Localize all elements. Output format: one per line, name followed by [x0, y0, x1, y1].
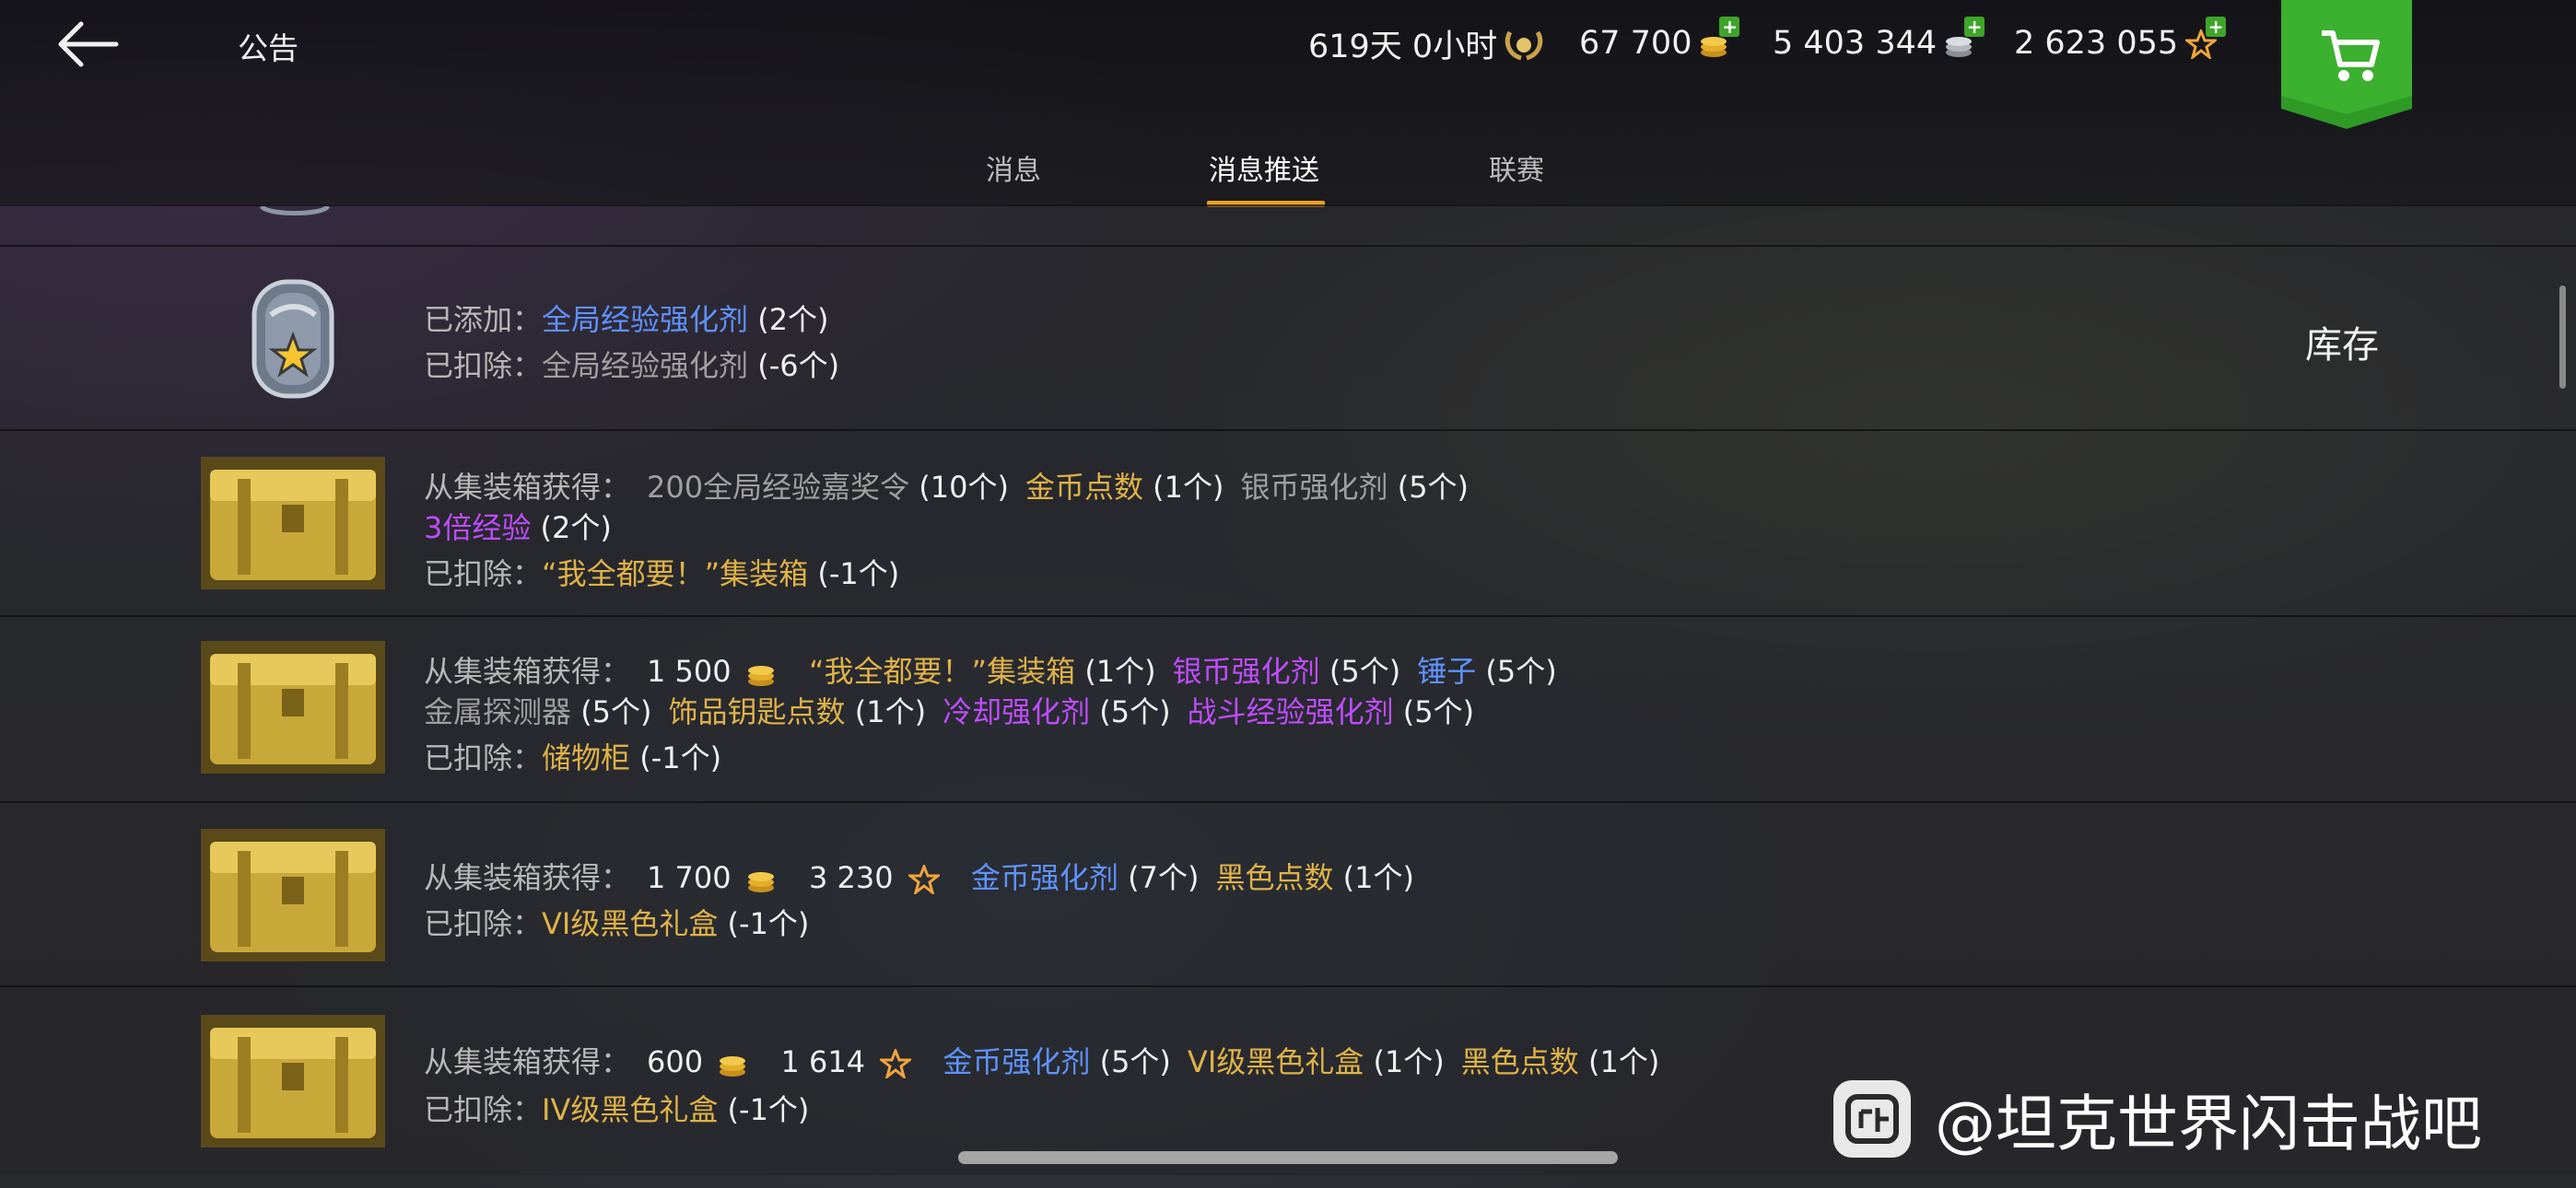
message-line: 已扣除：全局经验强化剂 (-6个) [424, 348, 840, 383]
message-line: 已扣除：“我全都要！”集装箱 (-1个) [424, 556, 900, 591]
premium-laurel-icon [1505, 30, 1543, 61]
gold-coin-icon [747, 666, 774, 686]
tab-messages[interactable]: 消息 [986, 147, 1041, 188]
message-line: 从集装箱获得： 600 1 614 金币强化剂 (5个) VI级黑色礼盒 (1个) 黑… [424, 1044, 1660, 1079]
page-title: 公告 [238, 30, 299, 66]
xp-booster-medal-icon [252, 279, 334, 399]
message-line: 已扣除：储物柜 (-1个) [424, 740, 722, 775]
shop-cart-button[interactable] [2281, 0, 2412, 129]
back-arrow-icon[interactable] [52, 17, 125, 72]
silver-value: 5 403 344 [1773, 25, 1938, 62]
message-line: 金属探测器 (5个) 饰品钥匙点数 (1个) 冷却强化剂 (5个) 战斗经验强化剂 (… [424, 694, 1475, 729]
tieba-logo-icon [1833, 1080, 1911, 1158]
add-silver-icon[interactable]: + [1964, 17, 1985, 37]
message-line: 从集装箱获得： 1 500 “我全都要！”集装箱 (1个) 银币强化剂 (5个) 锤子… [424, 654, 1557, 689]
message-line: 已扣除：VI级黑色礼盒 (-1个) [424, 906, 810, 941]
gold-value: 67 700 [1579, 25, 1692, 62]
tab-bar: 消息 消息推送 联赛 [0, 138, 2576, 208]
scrollbar[interactable] [2559, 285, 2566, 389]
star-xp-icon [880, 1049, 912, 1078]
message-line: 已扣除：IV级黑色礼盒 (-1个) [424, 1092, 810, 1127]
message-line: 3倍经验 (2个) [424, 510, 612, 545]
medal-icon [259, 206, 331, 215]
gold-container-icon [201, 641, 385, 774]
message-line: 已添加：全局经验强化剂 (2个) [424, 302, 829, 337]
message-line: 从集装箱获得： 200全局经验嘉奖令 (10个) 金币点数 (1个) 银币强化剂 (5… [424, 470, 1469, 505]
gold-coin-icon: + [1699, 17, 1740, 57]
silver-coin-icon: + [1944, 17, 1985, 57]
gold-container-icon [201, 1015, 385, 1147]
watermark-text: @坦克世界闪击战吧 [1935, 1089, 2482, 1159]
list-item: 从集装箱获得： 1 700 3 230 金币强化剂 (7个) 黑色点数 (1个) 已… [0, 801, 2576, 987]
home-indicator[interactable] [958, 1151, 1618, 1164]
gold-coin-icon [720, 1056, 746, 1077]
gold-container-icon [201, 457, 385, 589]
list-item: 已添加：全局经验强化剂 (2个) 已扣除：全局经验强化剂 (-6个) 库存 [0, 245, 2576, 431]
list-item: 从集装箱获得： 1 500 “我全都要！”集装箱 (1个) 银币强化剂 (5个) 锤子… [0, 615, 2576, 803]
free-xp-value: 2 623 055 [2014, 25, 2179, 62]
list-item: 从集装箱获得： 200全局经验嘉奖令 (10个) 金币点数 (1个) 银币强化剂 (5… [0, 429, 2576, 617]
list-item [0, 204, 2576, 247]
tab-league[interactable]: 联赛 [1489, 147, 1544, 188]
free-xp-counter[interactable]: 2 623 055 + [2014, 17, 2227, 66]
top-bar: 公告 619天 0小时 67 700 + 5 403 344 + 2 623 0… [0, 0, 2576, 207]
gold-container-icon [201, 829, 385, 961]
message-line: 从集装箱获得： 1 700 3 230 金币强化剂 (7个) 黑色点数 (1个) [424, 860, 1414, 895]
add-xp-icon[interactable]: + [2206, 17, 2227, 37]
gold-counter[interactable]: 67 700 + [1579, 17, 1740, 66]
star-xp-icon [907, 865, 940, 894]
gold-coin-icon [747, 872, 774, 892]
premium-time-counter[interactable]: 619天 0小时 [1308, 20, 1545, 66]
tab-message-push[interactable]: 消息推送 [1209, 147, 1319, 188]
premium-time-value: 619天 0小时 [1308, 28, 1498, 65]
watermark: @坦克世界闪击战吧 [1833, 1077, 2482, 1160]
add-gold-icon[interactable]: + [1719, 17, 1740, 37]
star-xp-icon: + [2183, 17, 2227, 61]
silver-counter[interactable]: 5 403 344 + [1773, 17, 1985, 66]
inventory-button[interactable]: 库存 [2305, 315, 2379, 368]
